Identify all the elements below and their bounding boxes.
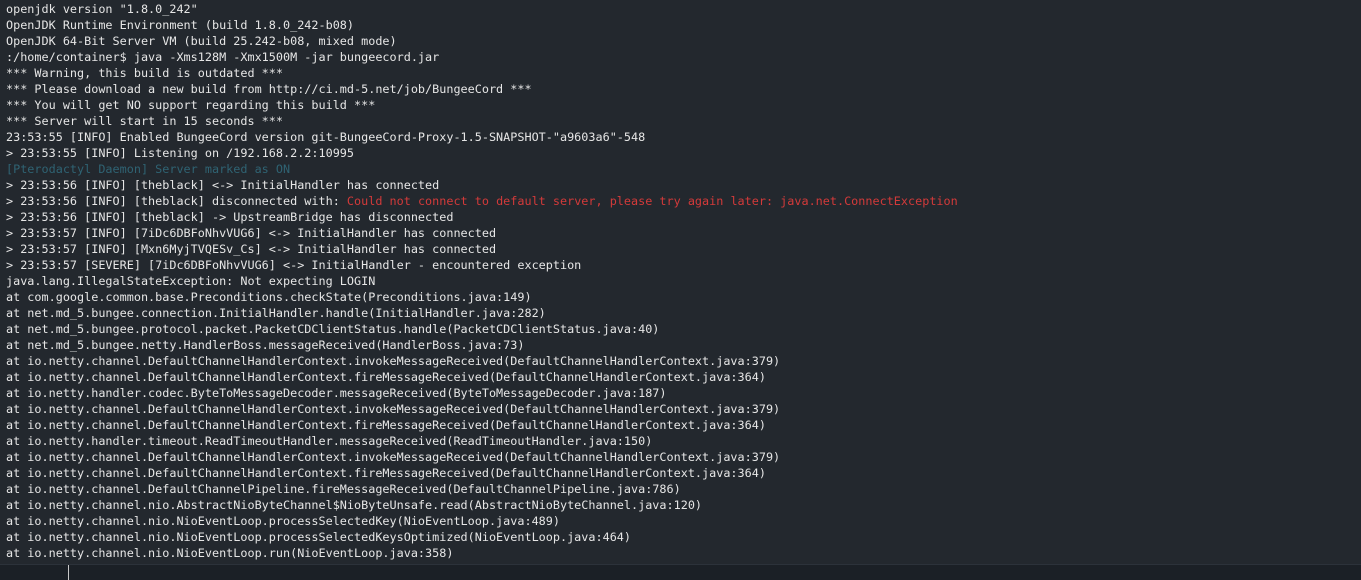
console-text: > 23:53:56 [INFO] [theblack] <-> Initial… <box>6 178 440 192</box>
console-text: > 23:53:57 [SEVERE] [7iDc6DBFoNhvVUG6] <… <box>6 258 582 272</box>
console-text: at io.netty.handler.codec.ByteToMessageD… <box>6 386 667 400</box>
console-line: 23:53:55 [INFO] Enabled BungeeCord versi… <box>6 129 958 145</box>
console-line: > 23:53:56 [INFO] [theblack] <-> Initial… <box>6 177 958 193</box>
console-line: at net.md_5.bungee.protocol.packet.Packe… <box>6 321 958 337</box>
console-line: *** Server will start in 15 seconds *** <box>6 113 958 129</box>
console-text: > 23:53:55 [INFO] Listening on /192.168.… <box>6 146 355 160</box>
console-text: at io.netty.channel.DefaultChannelHandle… <box>6 466 766 480</box>
console-line: *** Warning, this build is outdated *** <box>6 65 958 81</box>
console-text: at io.netty.channel.nio.NioEventLoop.pro… <box>6 530 632 544</box>
console-text: > 23:53:56 [INFO] [theblack] -> Upstream… <box>6 210 454 224</box>
console-line: at io.netty.channel.nio.NioEventLoop.pro… <box>6 513 958 529</box>
console-line: > 23:53:56 [INFO] [theblack] disconnecte… <box>6 193 958 209</box>
console-line: at io.netty.channel.DefaultChannelHandle… <box>6 465 958 481</box>
console-line: *** You will get NO support regarding th… <box>6 97 958 113</box>
console-text: OpenJDK Runtime Environment (build 1.8.0… <box>6 18 355 32</box>
console-line: openjdk version "1.8.0_242" <box>6 1 958 17</box>
console-text: *** Warning, this build is outdated *** <box>6 66 283 80</box>
console-line: > 23:53:57 [INFO] [Mxn6MyjTVQESv_Cs] <->… <box>6 241 958 257</box>
console-text: at io.netty.channel.DefaultChannelHandle… <box>6 402 781 416</box>
console-text: 23:53:55 [INFO] Enabled BungeeCord versi… <box>6 130 646 144</box>
console-line: at io.netty.channel.DefaultChannelPipeli… <box>6 481 958 497</box>
console-line: at io.netty.handler.codec.ByteToMessageD… <box>6 385 958 401</box>
console-text: at io.netty.channel.nio.AbstractNioByteC… <box>6 498 703 512</box>
console-line: at net.md_5.bungee.connection.InitialHan… <box>6 305 958 321</box>
console-line: at io.netty.channel.DefaultChannelHandle… <box>6 353 958 369</box>
console-line: OpenJDK 64-Bit Server VM (build 25.242-b… <box>6 33 958 49</box>
console-line: at net.md_5.bungee.netty.HandlerBoss.mes… <box>6 337 958 353</box>
console-line: :/home/container$ java -Xms128M -Xmx1500… <box>6 49 958 65</box>
console-text: at io.netty.channel.DefaultChannelHandle… <box>6 450 781 464</box>
console-text: > 23:53:56 [INFO] [theblack] disconnecte… <box>6 194 347 208</box>
error-text: Could not connect to default server, ple… <box>346 194 958 208</box>
console-text: *** You will get NO support regarding th… <box>6 98 376 112</box>
console-line: at io.netty.channel.nio.NioEventLoop.run… <box>6 545 958 561</box>
console-text: openjdk version "1.8.0_242" <box>6 2 198 16</box>
console-text: > 23:53:57 [INFO] [Mxn6MyjTVQESv_Cs] <->… <box>6 242 497 256</box>
console-text: at net.md_5.bungee.connection.InitialHan… <box>6 306 546 320</box>
console-line: OpenJDK Runtime Environment (build 1.8.0… <box>6 17 958 33</box>
console-line: > 23:53:57 [SEVERE] [7iDc6DBFoNhvVUG6] <… <box>6 257 958 273</box>
command-bar <box>0 564 1361 580</box>
console-text: at io.netty.channel.DefaultChannelHandle… <box>6 354 781 368</box>
console-text: *** Server will start in 15 seconds *** <box>6 114 283 128</box>
console-text: at io.netty.channel.nio.NioEventLoop.pro… <box>6 514 560 528</box>
console-text: java.lang.IllegalStateException: Not exp… <box>6 274 376 288</box>
console-text: at io.netty.channel.DefaultChannelHandle… <box>6 370 766 384</box>
console-line: > 23:53:55 [INFO] Listening on /192.168.… <box>6 145 958 161</box>
console-line: at io.netty.channel.DefaultChannelHandle… <box>6 369 958 385</box>
console-output: openjdk version "1.8.0_242" OpenJDK Runti… <box>0 0 1361 564</box>
console-text: *** Please download a new build from htt… <box>6 82 532 96</box>
console-text: at io.netty.channel.DefaultChannelPipeli… <box>6 482 681 496</box>
console-text: at io.netty.handler.timeout.ReadTimeoutH… <box>6 434 653 448</box>
console-line: at io.netty.channel.DefaultChannelHandle… <box>6 401 958 417</box>
console-text: at io.netty.channel.DefaultChannelHandle… <box>6 418 766 432</box>
console-line: at io.netty.channel.DefaultChannelHandle… <box>6 417 958 433</box>
console-line: java.lang.IllegalStateException: Not exp… <box>6 273 958 289</box>
console-line: at io.netty.handler.timeout.ReadTimeoutH… <box>6 433 958 449</box>
console-line: [Pterodactyl Daemon] Server marked as ON <box>6 161 958 177</box>
console-text: at io.netty.channel.nio.NioEventLoop.run… <box>6 546 454 560</box>
daemon-status-text: [Pterodactyl Daemon] Server marked as ON <box>6 162 291 176</box>
console-text: > 23:53:57 [INFO] [7iDc6DBFoNhvVUG6] <->… <box>6 226 497 240</box>
console-text: OpenJDK 64-Bit Server VM (build 25.242-b… <box>6 34 397 48</box>
console-line: at io.netty.channel.DefaultChannelHandle… <box>6 449 958 465</box>
console-text: at com.google.common.base.Preconditions.… <box>6 290 532 304</box>
console-line: *** Please download a new build from htt… <box>6 81 958 97</box>
console-line: at io.netty.channel.nio.AbstractNioByteC… <box>6 497 958 513</box>
console-text: :/home/container$ java -Xms128M -Xmx1500… <box>6 50 440 64</box>
console-line: > 23:53:57 [INFO] [7iDc6DBFoNhvVUG6] <->… <box>6 225 958 241</box>
console-text: at net.md_5.bungee.netty.HandlerBoss.mes… <box>6 338 525 352</box>
console-line: at io.netty.channel.nio.NioEventLoop.pro… <box>6 529 958 545</box>
console-text: at net.md_5.bungee.protocol.packet.Packe… <box>6 322 660 336</box>
chevron-right-icon <box>34 567 44 577</box>
command-input[interactable] <box>68 565 1348 580</box>
console-lines: openjdk version "1.8.0_242" OpenJDK Runti… <box>6 1 958 561</box>
console-line: > 23:53:56 [INFO] [theblack] -> Upstream… <box>6 209 958 225</box>
console-line: at com.google.common.base.Preconditions.… <box>6 289 958 305</box>
